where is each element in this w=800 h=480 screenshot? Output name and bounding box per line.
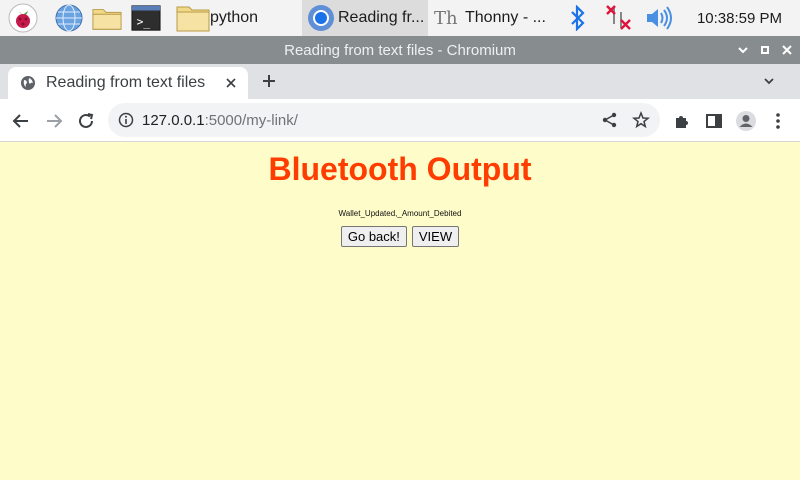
taskbar-button-python[interactable]: python — [176, 0, 258, 36]
tab-search-chevron-icon[interactable] — [758, 70, 780, 92]
extensions-puzzle-icon[interactable] — [670, 109, 694, 133]
browser-tab[interactable]: Reading from text files — [8, 67, 248, 99]
browser-toolbar: 127.0.0.1:5000/my-link/ — [0, 99, 800, 142]
globe-browser-icon[interactable] — [54, 3, 84, 33]
back-arrow-icon[interactable] — [9, 109, 33, 133]
taskbar-button-label: Reading fr... — [338, 9, 425, 26]
address-bar[interactable]: 127.0.0.1:5000/my-link/ — [108, 103, 660, 137]
taskbar: >_ python Reading fr... Th Thonny - ... — [0, 0, 800, 36]
view-button[interactable]: VIEW — [411, 226, 460, 247]
window-titlebar[interactable]: Reading from text files - Chromium — [0, 36, 800, 64]
folder-icon[interactable] — [92, 3, 122, 33]
clock[interactable]: 10:38:59 PM — [697, 0, 782, 36]
reload-icon[interactable] — [74, 109, 98, 133]
folder-icon — [176, 4, 210, 32]
window-title: Reading from text files - Chromium — [284, 41, 516, 59]
svg-text:>_: >_ — [137, 16, 151, 29]
chromium-icon — [306, 3, 336, 33]
globe-favicon-icon — [20, 75, 36, 91]
profile-avatar-icon[interactable] — [734, 109, 758, 133]
button-row: Go back! VIEW — [0, 226, 800, 247]
volume-icon[interactable] — [644, 3, 674, 33]
tab-close-icon[interactable] — [222, 74, 240, 92]
page-heading: Bluetooth Output — [268, 151, 532, 187]
bookmark-star-icon[interactable] — [632, 110, 650, 129]
maximize-icon[interactable] — [758, 43, 772, 57]
url-text[interactable]: 127.0.0.1:5000/my-link/ — [142, 103, 298, 137]
url-host: 127.0.0.1 — [142, 111, 205, 129]
forward-arrow-icon[interactable] — [42, 109, 66, 133]
more-menu-icon[interactable] — [766, 109, 790, 133]
new-tab-icon[interactable] — [258, 70, 280, 92]
info-icon[interactable] — [118, 112, 134, 128]
minimize-icon[interactable] — [736, 43, 750, 57]
raspberry-pi-menu-icon[interactable] — [8, 3, 38, 33]
tab-strip: Reading from text files — [0, 64, 800, 99]
bluetooth-message: Wallet_Updated,_Amount_Debited — [338, 209, 462, 218]
taskbar-button-thonny[interactable]: Th Thonny - ... — [434, 0, 558, 36]
url-path: :5000/my-link/ — [204, 111, 298, 129]
page-content: Bluetooth Output Wallet_Updated,_Amount_… — [0, 143, 800, 480]
thonny-icon: Th — [434, 7, 458, 29]
taskbar-button-label: python — [210, 9, 259, 26]
window-controls — [736, 36, 794, 64]
close-icon[interactable] — [780, 43, 794, 57]
side-panel-icon[interactable] — [702, 109, 726, 133]
taskbar-button-label: Thonny - ... — [465, 9, 546, 26]
tab-title: Reading from text files — [46, 74, 206, 91]
share-icon[interactable] — [601, 111, 619, 129]
terminal-icon[interactable]: >_ — [131, 3, 161, 33]
taskbar-button-chromium[interactable]: Reading fr... — [302, 0, 428, 36]
bluetooth-icon[interactable] — [563, 3, 593, 33]
network-disconnected-icon[interactable] — [604, 3, 634, 33]
go-back-button[interactable]: Go back! — [340, 226, 407, 247]
